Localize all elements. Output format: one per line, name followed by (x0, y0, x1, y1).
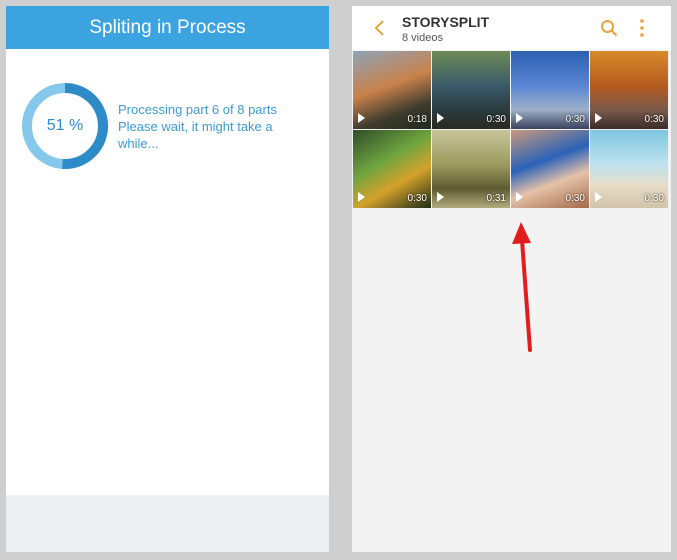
video-thumbnail[interactable]: 0:18 (353, 51, 431, 129)
video-duration: 0:31 (486, 193, 506, 204)
video-duration: 0:30 (565, 114, 585, 125)
video-thumbnail[interactable]: 0:30 (432, 51, 510, 129)
video-thumbnail[interactable]: 0:30 (590, 130, 668, 208)
video-duration: 0:30 (644, 114, 664, 125)
split-progress-screen: Spliting in Process 51 % Processing part… (6, 6, 329, 552)
play-icon (358, 192, 365, 202)
screen-title: Spliting in Process (89, 16, 246, 38)
play-icon (595, 113, 602, 123)
play-icon (595, 192, 602, 202)
gallery-album-screen: STORYSPLIT 8 videos 0:18 0:30 0:30 0:30 (352, 6, 671, 552)
status-line-3: while... (118, 136, 159, 151)
back-chevron-icon[interactable] (372, 20, 388, 36)
video-thumbnail[interactable]: 0:30 (590, 51, 668, 129)
video-duration: 0:30 (644, 193, 664, 204)
play-icon (437, 113, 444, 123)
video-thumbnail[interactable]: 0:30 (511, 130, 589, 208)
video-duration: 0:30 (565, 193, 585, 204)
play-icon (358, 113, 365, 123)
video-duration: 0:30 (486, 114, 506, 125)
progress-percent: 51 % (46, 117, 84, 134)
album-title: STORYSPLIT (402, 14, 490, 30)
video-thumbnail[interactable]: 0:30 (353, 130, 431, 208)
progress-status: Processing part 6 of 8 parts Please wait… (118, 101, 298, 152)
progress-section: 51 % Processing part 6 of 8 parts Please… (20, 81, 320, 171)
play-icon (516, 192, 523, 202)
status-line-1: Processing part 6 of 8 parts (118, 102, 277, 117)
more-vertical-icon[interactable] (638, 18, 646, 38)
video-duration: 0:30 (407, 193, 427, 204)
video-duration: 0:18 (407, 114, 427, 125)
album-header: STORYSPLIT 8 videos (352, 6, 671, 50)
video-grid: 0:18 0:30 0:30 0:30 0:30 0:31 0:30 0:30 (352, 50, 671, 552)
play-icon (516, 113, 523, 123)
search-icon[interactable] (600, 19, 618, 37)
video-thumbnail[interactable]: 0:30 (511, 51, 589, 129)
status-line-2: Please wait, it might take a (118, 119, 273, 134)
header-bar: Spliting in Process (6, 6, 329, 49)
video-thumbnail[interactable]: 0:31 (432, 130, 510, 208)
album-video-count: 8 videos (402, 32, 443, 44)
bottom-bar (6, 495, 329, 552)
play-icon (437, 192, 444, 202)
